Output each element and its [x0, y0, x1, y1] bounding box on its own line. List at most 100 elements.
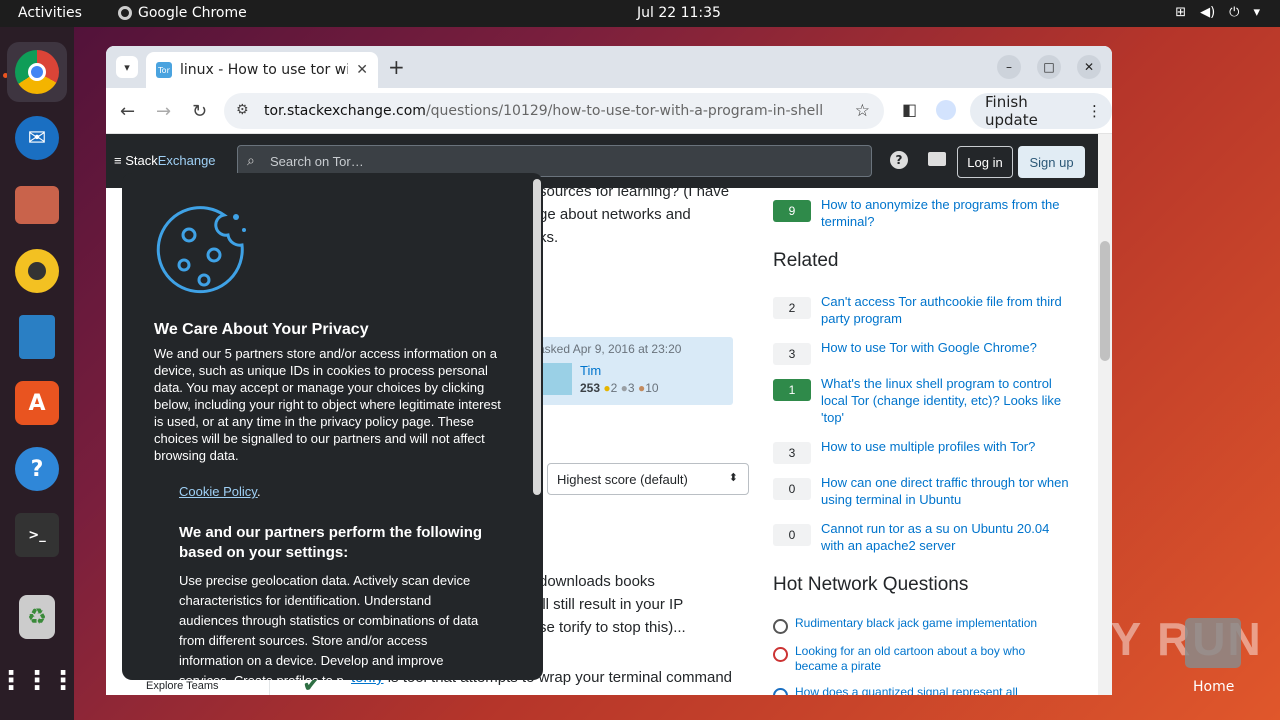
top-bar: Activities Google Chrome Jul 22 11:35 ⊞ … — [0, 0, 1280, 27]
chevron-down-icon: ▾ — [1253, 5, 1260, 20]
forward-button[interactable]: → — [156, 101, 171, 122]
question-link[interactable]: How to use Tor with Google Chrome? — [821, 339, 1073, 356]
side-panel-icon[interactable]: ◧ — [902, 100, 917, 119]
cookie-policy-link[interactable]: Cookie Policy — [179, 484, 258, 499]
cookie-body: We and our 5 partners store and/or acces… — [154, 346, 501, 463]
question-score: 3 — [773, 442, 811, 464]
stackexchange-logo[interactable]: ≡ StackExchange — [114, 153, 216, 168]
hot-question-link[interactable]: How does a quantized signal represent al… — [795, 685, 1065, 695]
question-score: 0 — [773, 478, 811, 500]
dock-help[interactable]: ? — [7, 439, 67, 499]
chrome-icon — [15, 50, 59, 94]
login-button[interactable]: Log in — [957, 146, 1013, 178]
question-score: 2 — [773, 297, 811, 319]
bronze-badges: 10 — [645, 381, 659, 395]
minimize-button[interactable]: – — [997, 55, 1021, 79]
power-icon: ⏻ — [1229, 5, 1240, 20]
dialog-scrollbar[interactable] — [533, 179, 541, 495]
home-folder-icon[interactable] — [1185, 618, 1241, 668]
dock-writer[interactable] — [7, 307, 67, 367]
dock-rhythmbox[interactable] — [7, 241, 67, 301]
volume-icon: ◀) — [1200, 5, 1216, 20]
answer-sort-select[interactable]: Highest score (default) ⬍ — [547, 463, 749, 495]
purposes-text: Use precise geolocation data. Actively s… — [179, 573, 479, 680]
site-icon — [773, 619, 788, 634]
dock-terminal[interactable]: >_ — [7, 505, 67, 565]
page-scrollbar[interactable] — [1098, 134, 1112, 695]
question-link[interactable]: Cannot run tor as a su on Ubuntu 20.04 w… — [821, 520, 1073, 554]
site-icon — [773, 647, 788, 662]
tab-strip: ▾ Tor linux - How to use tor wi ✕ + – □ … — [106, 46, 1112, 88]
dock-trash[interactable]: ♻ — [7, 587, 67, 647]
answer-text-line: se torify to stop this)... — [539, 619, 686, 636]
cookie-consent-dialog: We Care About Your Privacy We and our 5 … — [122, 173, 543, 680]
maximize-button[interactable]: □ — [1037, 55, 1061, 79]
explore-teams-link[interactable]: Explore Teams — [146, 680, 219, 692]
app-name: Google Chrome — [138, 5, 247, 21]
chrome-icon — [118, 6, 132, 20]
bookmark-star-icon[interactable]: ☆ — [855, 101, 870, 121]
back-button[interactable]: ← — [120, 101, 135, 122]
url-path: /questions/10129/how-to-use-tor-with-a-p… — [425, 103, 824, 119]
hot-question-link[interactable]: Looking for an old cartoon about a boy w… — [795, 644, 1065, 674]
question-score: 0 — [773, 524, 811, 546]
search-icon: ⌕ — [247, 152, 255, 168]
cookie-policy-dot: . — [257, 484, 261, 499]
asked-date: asked Apr 9, 2016 at 23:20 — [538, 342, 682, 356]
asked-card: asked Apr 9, 2016 at 23:20 Tim 253 ●2 ●3… — [532, 337, 733, 405]
reload-button[interactable]: ↻ — [192, 101, 207, 122]
finish-update-button[interactable]: Finish update ⋮ — [970, 93, 1112, 129]
dock-software[interactable]: A — [7, 373, 67, 433]
activities-button[interactable]: Activities — [18, 5, 82, 21]
question-link[interactable]: How to use multiple profiles with Tor? — [821, 438, 1073, 455]
related-heading: Related — [773, 250, 839, 271]
finish-update-label: Finish update — [985, 93, 1038, 129]
new-tab-button[interactable]: + — [388, 55, 405, 79]
tab-active[interactable]: Tor linux - How to use tor wi ✕ — [146, 52, 378, 88]
show-apps-button[interactable]: ⋮⋮⋮ — [0, 651, 76, 711]
question-link[interactable]: How can one direct traffic through tor w… — [821, 474, 1073, 508]
site-switcher-icon[interactable] — [928, 152, 946, 166]
logo-text-b: Exchange — [157, 153, 216, 168]
site-info-icon[interactable]: ⚙ — [236, 102, 249, 118]
close-window-button[interactable]: ✕ — [1077, 55, 1101, 79]
help-icon[interactable]: ? — [890, 151, 908, 169]
dock: ✉ A ? >_ ♻ ⋮⋮⋮ — [0, 27, 76, 720]
address-bar[interactable]: ⚙ tor.stackexchange.com/questions/10129/… — [224, 93, 884, 129]
question-link[interactable]: What's the linux shell program to contro… — [821, 375, 1073, 426]
question-text-line: sources for learning? (I have — [539, 183, 730, 200]
app-menu[interactable]: Google Chrome — [118, 5, 247, 21]
url-host: tor.stackexchange.com — [264, 103, 426, 119]
dock-files[interactable] — [7, 175, 67, 235]
scrollbar-thumb[interactable] — [1100, 241, 1110, 361]
more-menu-icon[interactable]: ⋮ — [1087, 102, 1102, 120]
hot-network-heading: Hot Network Questions — [773, 574, 969, 595]
clock[interactable]: Jul 22 11:35 — [637, 5, 721, 21]
hot-question-link[interactable]: Rudimentary black jack game implementati… — [795, 616, 1065, 631]
question-score: 1 — [773, 379, 811, 401]
question-link[interactable]: Can't access Tor authcookie file from th… — [821, 293, 1073, 327]
help-icon: ? — [15, 447, 59, 491]
site-icon — [773, 688, 788, 695]
writer-icon — [19, 315, 55, 359]
dock-chrome[interactable] — [7, 42, 67, 102]
rhythmbox-icon — [15, 249, 59, 293]
terminal-icon: >_ — [15, 513, 59, 557]
close-tab-icon[interactable]: ✕ — [356, 62, 368, 78]
tab-search-button[interactable]: ▾ — [116, 56, 138, 78]
gold-badges: 2 — [610, 381, 618, 395]
question-link[interactable]: How to anonymize the programs from the t… — [821, 196, 1073, 230]
system-tray[interactable]: ⊞ ◀) ⏻ ▾ — [1175, 5, 1260, 20]
user-avatar[interactable] — [540, 363, 572, 395]
toolbar: ← → ↻ ⚙ tor.stackexchange.com/questions/… — [106, 88, 1112, 134]
user-reputation: 253 ●2 ●3 ●10 — [580, 381, 659, 395]
grid-icon: ⋮⋮⋮ — [0, 666, 76, 696]
tab-title: linux - How to use tor wi — [180, 62, 349, 78]
profile-avatar[interactable] — [936, 100, 956, 120]
user-name-link[interactable]: Tim — [580, 363, 601, 378]
chevron-updown-icon: ⬍ — [728, 472, 738, 484]
dock-thunderbird[interactable]: ✉ — [7, 108, 67, 168]
signup-button[interactable]: Sign up — [1018, 146, 1085, 178]
question-score: 9 — [773, 200, 811, 222]
thunderbird-icon: ✉ — [15, 116, 59, 160]
